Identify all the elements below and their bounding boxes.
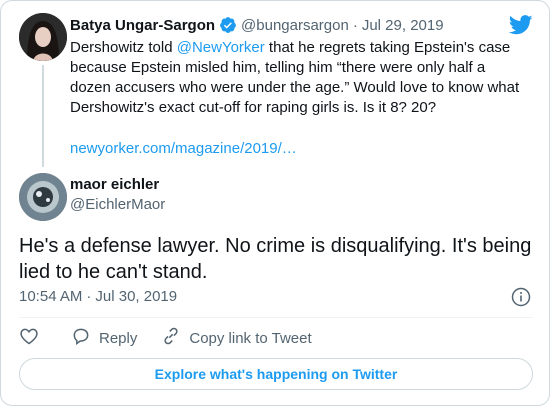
info-icon[interactable] [511, 287, 531, 312]
mention-link[interactable]: @NewYorker [177, 39, 265, 56]
separator-dot: · [352, 16, 358, 34]
author-handle[interactable]: @EichlerMaor [70, 195, 165, 215]
tweet-time[interactable]: 10:54 AM [19, 287, 82, 307]
tweet-text: He's a defense lawyer. No crime is disqu… [19, 235, 532, 283]
reply-button[interactable]: Reply [71, 326, 137, 350]
separator-dot: · [86, 288, 92, 305]
copy-link-button[interactable]: Copy link to Tweet [161, 326, 312, 350]
heart-icon [19, 326, 39, 350]
quoted-author-handle[interactable]: @bungarsargon [241, 17, 349, 34]
quoted-text-before: Dershowitz told [70, 39, 177, 56]
avatar-batya[interactable] [19, 13, 67, 61]
avatar-maor[interactable] [19, 173, 67, 221]
divider [19, 317, 533, 318]
quoted-url-link[interactable]: newyorker.com/magazine/2019/… [70, 139, 297, 159]
verified-badge-icon [219, 16, 237, 34]
quoted-tweet-header: Batya Ungar-Sargon @bungarsargon · Jul 2… [70, 15, 444, 35]
quoted-tweet-text: Dershowitz told @NewYorker that he regre… [70, 38, 530, 118]
tweet-embed-card: Batya Ungar-Sargon @bungarsargon · Jul 2… [0, 0, 550, 406]
quoted-date[interactable]: Jul 29, 2019 [362, 17, 444, 34]
tweet-timestamp[interactable]: 10:54 AM · Jul 30, 2019 [19, 287, 177, 307]
like-button[interactable] [19, 326, 39, 350]
twitter-bird-icon[interactable] [508, 15, 533, 40]
quoted-author-name[interactable]: Batya Ungar-Sargon [70, 17, 215, 34]
reply-icon [71, 326, 91, 350]
thread-connector-line [42, 65, 44, 167]
author-name[interactable]: maor eichler [70, 175, 159, 195]
explore-twitter-button[interactable]: Explore what's happening on Twitter [19, 358, 533, 390]
action-bar: Reply Copy link to Tweet [19, 327, 312, 349]
copy-link-label: Copy link to Tweet [189, 329, 312, 347]
link-icon [161, 326, 181, 350]
tweet-date[interactable]: Jul 30, 2019 [95, 287, 177, 307]
reply-label: Reply [99, 329, 138, 347]
